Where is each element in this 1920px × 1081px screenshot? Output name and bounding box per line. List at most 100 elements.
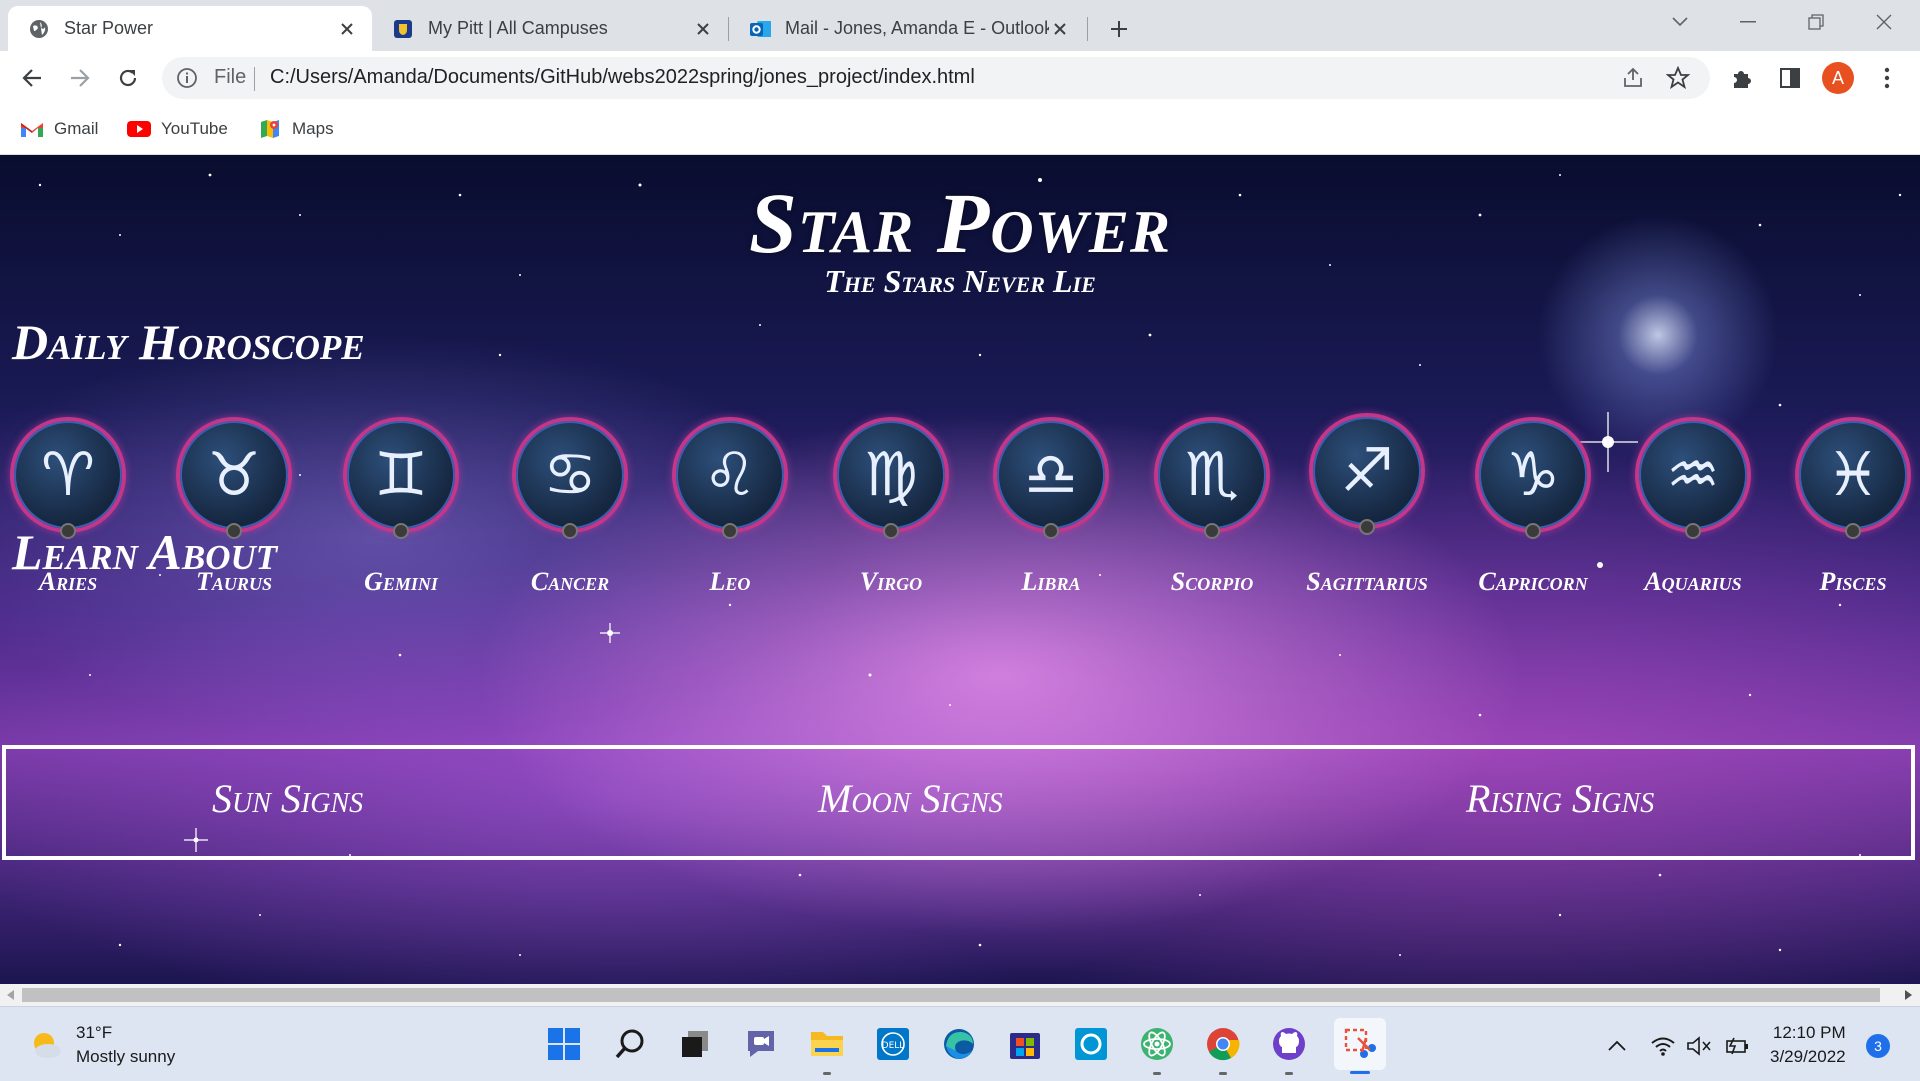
- sagittarius-icon: ♐: [1309, 413, 1425, 529]
- tab-search-button[interactable]: [1650, 0, 1710, 44]
- volume-status[interactable]: [1686, 1033, 1712, 1059]
- virgo-icon: ♍: [833, 417, 949, 533]
- maps-icon: [258, 119, 282, 139]
- battery-status[interactable]: [1724, 1033, 1750, 1059]
- taskbar-cortana[interactable]: [1070, 1023, 1112, 1065]
- taskbar-task-view[interactable]: [674, 1023, 716, 1065]
- pitt-shield-icon: [392, 18, 414, 40]
- weather-condition: Mostly sunny: [76, 1047, 176, 1066]
- start-button[interactable]: [543, 1023, 585, 1065]
- bookmark-label: Maps: [292, 119, 334, 138]
- info-icon[interactable]: [176, 67, 198, 89]
- minimize-button[interactable]: [1718, 0, 1778, 44]
- notification-badge[interactable]: 3: [1866, 1034, 1890, 1058]
- link-rising-signs[interactable]: Rising Signs: [1466, 775, 1654, 822]
- cortana-icon: [1075, 1028, 1107, 1060]
- youtube-icon: [127, 119, 151, 139]
- clock-date: 3/29/2022: [1770, 1047, 1846, 1066]
- link-sun-signs[interactable]: Sun Signs: [212, 775, 363, 822]
- avatar: A: [1822, 62, 1854, 94]
- teams-chat-icon: [748, 1031, 774, 1057]
- forward-button[interactable]: [62, 60, 98, 96]
- clock-time: 12:10 PM: [1772, 1023, 1846, 1042]
- gmail-icon: [20, 119, 44, 139]
- sign-label: Virgo: [859, 567, 923, 596]
- learn-about-heading: Learn About: [12, 524, 278, 580]
- back-button[interactable]: [14, 60, 50, 96]
- sign-label: Cancer: [530, 567, 610, 596]
- site-title: Star Power: [749, 175, 1171, 271]
- taskbar: 31°F Mostly sunny DELL 12:10 PM 3/29/202…: [0, 1006, 1920, 1081]
- extensions-button[interactable]: [1724, 60, 1760, 96]
- close-icon[interactable]: [336, 18, 358, 40]
- running-indicator: [1285, 1072, 1293, 1075]
- edge-icon: [944, 1029, 974, 1059]
- page-viewport: Star Power The Stars Never Lie Daily Hor…: [0, 155, 1920, 984]
- knob-icon: [1525, 523, 1541, 539]
- battery-charging-icon: [1726, 1037, 1748, 1055]
- pisces-icon: ♓: [1795, 417, 1911, 533]
- taskbar-chrome[interactable]: [1202, 1023, 1244, 1075]
- profile-button[interactable]: A: [1820, 60, 1856, 96]
- chrome-icon: [1207, 1028, 1240, 1061]
- taskbar-search[interactable]: [609, 1023, 651, 1065]
- taskbar-dell[interactable]: DELL: [872, 1023, 914, 1065]
- sign-label: Aquarius: [1644, 567, 1742, 596]
- file-explorer-icon: [811, 1032, 843, 1056]
- taskbar-file-explorer[interactable]: [806, 1023, 848, 1075]
- horizontal-scrollbar[interactable]: [0, 984, 1920, 1006]
- tab-my-pitt[interactable]: My Pitt | All Campuses: [372, 6, 728, 51]
- url-text[interactable]: C:/Users/Amanda/Documents/GitHub/webs202…: [270, 66, 975, 89]
- wifi-status[interactable]: [1650, 1033, 1676, 1059]
- taskbar-edge[interactable]: [938, 1023, 980, 1065]
- running-indicator: [1219, 1072, 1227, 1075]
- taskbar-clock[interactable]: 12:10 PM 3/29/2022: [1770, 1021, 1846, 1069]
- wifi-icon: [1651, 1037, 1675, 1056]
- speaker-muted-icon: [1687, 1036, 1711, 1056]
- scroll-left-icon[interactable]: [3, 987, 19, 1003]
- scrollbar-thumb[interactable]: [22, 988, 1880, 1002]
- taskbar-store[interactable]: [1004, 1023, 1046, 1065]
- menu-button[interactable]: [1869, 60, 1905, 96]
- tab-title: My Pitt | All Campuses: [428, 18, 608, 38]
- tab-title: Mail - Jones, Amanda E - Outlook: [785, 18, 1049, 38]
- address-bar[interactable]: File C:/Users/Amanda/Documents/GitHub/we…: [162, 57, 1710, 99]
- new-tab-button[interactable]: [1102, 12, 1136, 46]
- bookmark-gmail[interactable]: Gmail: [20, 115, 98, 143]
- close-window-button[interactable]: [1854, 0, 1914, 44]
- sun-cloud-icon: [34, 1033, 61, 1058]
- scroll-right-icon[interactable]: [1900, 987, 1916, 1003]
- chevron-up-icon: [1608, 1040, 1626, 1051]
- taskbar-github-desktop[interactable]: [1268, 1023, 1310, 1075]
- reload-icon: [119, 69, 137, 87]
- restore-button[interactable]: [1786, 0, 1846, 44]
- weather-widget[interactable]: 31°F Mostly sunny: [28, 1021, 175, 1069]
- tab-star-power[interactable]: Star Power: [8, 6, 372, 51]
- scorpio-icon: ♏: [1154, 417, 1270, 533]
- close-icon[interactable]: [1049, 18, 1071, 40]
- outlook-icon: [749, 18, 771, 40]
- bookmark-youtube[interactable]: YouTube: [127, 115, 228, 143]
- share-icon[interactable]: [1620, 65, 1646, 91]
- show-hidden-icons-button[interactable]: [1604, 1033, 1630, 1059]
- link-moon-signs[interactable]: Moon Signs: [818, 775, 1003, 822]
- reload-button[interactable]: [110, 60, 146, 96]
- side-panel-button[interactable]: [1772, 60, 1808, 96]
- bookmark-star-icon[interactable]: [1665, 65, 1691, 91]
- store-icon: [1010, 1033, 1040, 1059]
- taskbar-snipping-tool[interactable]: [1334, 1018, 1386, 1074]
- bookmark-maps[interactable]: Maps: [258, 115, 334, 143]
- close-icon[interactable]: [692, 18, 714, 40]
- running-indicator: [823, 1072, 831, 1075]
- taskbar-atom[interactable]: [1136, 1023, 1178, 1075]
- sign-label: Gemini: [364, 567, 438, 596]
- taskbar-teams-chat[interactable]: [740, 1023, 782, 1065]
- knob-icon: [1845, 523, 1861, 539]
- bookmark-label: Gmail: [54, 119, 99, 138]
- minimize-icon: [1740, 21, 1756, 23]
- aries-icon: ♈: [10, 417, 126, 533]
- close-icon: [1876, 14, 1892, 30]
- sign-label: Pisces: [1819, 567, 1887, 596]
- site-subtitle: The Stars Never Lie: [824, 263, 1096, 299]
- tab-outlook-mail[interactable]: Mail - Jones, Amanda E - Outlook: [729, 6, 1085, 51]
